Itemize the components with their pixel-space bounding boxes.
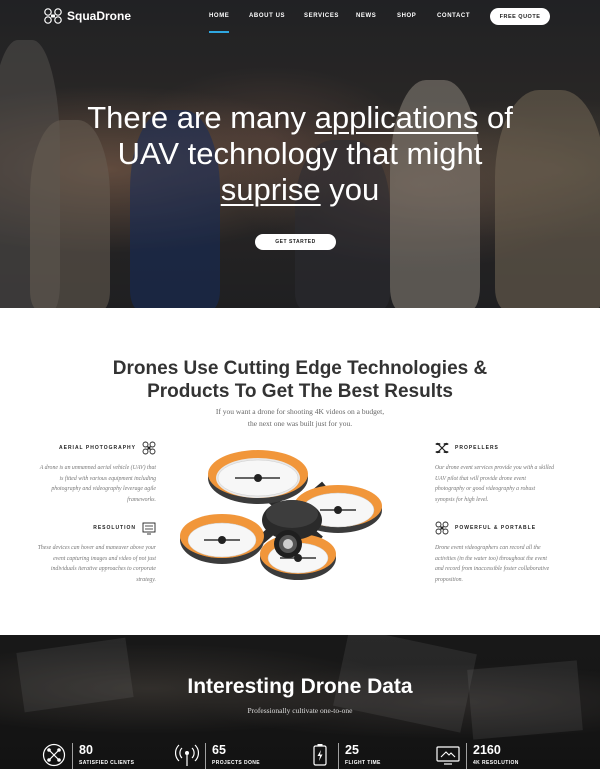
feature-title: PROPELLERS <box>455 445 499 451</box>
nav-item-services[interactable]: SERVICES <box>304 13 339 19</box>
feature-title: RESOLUTION <box>93 525 136 531</box>
antenna-icon <box>175 744 199 766</box>
feature-description: A drone is an unmanned aerial vehicle (U… <box>39 465 156 503</box>
stat-value: 25 <box>345 743 359 757</box>
hero-title-link-suprise[interactable]: suprise <box>221 172 321 207</box>
stat-divider <box>205 743 206 769</box>
feature-title: POWERFUL & PORTABLE <box>455 525 537 531</box>
nav-item-home[interactable]: HOME <box>209 13 230 33</box>
battery-icon <box>313 744 327 766</box>
feature-description: These devices can hover and maneuver abo… <box>37 545 156 583</box>
stat-value: 80 <box>79 743 93 757</box>
stat-4k-resolution: 2160 4K RESOLUTION <box>436 743 519 769</box>
main-navigation: SquaDrone HOME ABOUT US SERVICES NEWS SH… <box>0 0 600 34</box>
hero-title-text: of <box>478 100 513 135</box>
stat-value: 65 <box>212 743 226 757</box>
nav-item-about-us[interactable]: ABOUT US <box>249 13 285 19</box>
feature-description: Our drone event services provide you wit… <box>435 465 555 503</box>
stat-label: SATISFIED CLIENTS <box>79 760 135 766</box>
stat-divider <box>466 743 467 769</box>
drone-data-section: Interesting Drone Data Professionally cu… <box>0 635 600 769</box>
stat-divider <box>72 743 73 769</box>
feature-powerful-portable: POWERFUL & PORTABLE Drone event videogra… <box>435 521 555 585</box>
hero-title: There are many applications of UAV techn… <box>0 100 600 208</box>
nav-item-shop[interactable]: SHOP <box>397 13 416 19</box>
feature-propellers: PROPELLERS Our drone event services prov… <box>435 441 555 505</box>
drone-icon <box>435 521 449 535</box>
stat-satisfied-clients: 80 SATISFIED CLIENTS <box>42 743 134 769</box>
data-title: Interesting Drone Data <box>187 675 413 698</box>
stat-label: PROJECTS DONE <box>212 760 260 766</box>
propellers-icon <box>435 442 449 454</box>
stat-value: 2160 <box>473 743 501 757</box>
hero-title-link-applications[interactable]: applications <box>315 100 479 135</box>
stat-flight-time: 25 FLIGHT TIME <box>308 743 381 769</box>
hero-title-text: UAV technology that might <box>117 136 483 171</box>
display-icon <box>436 746 460 765</box>
feature-aerial-photography: AERIAL PHOTOGRAPHY A drone is an unmanne… <box>36 441 156 505</box>
quadcopter-logo-icon <box>44 8 62 24</box>
features-subtitle-line: If you want a drone for shooting 4K vide… <box>215 407 385 416</box>
nav-item-contact[interactable]: CONTACT <box>437 13 470 19</box>
drone-product-image <box>180 450 382 580</box>
nav-item-news[interactable]: NEWS <box>356 13 376 19</box>
drone-icon <box>142 441 156 455</box>
stat-label: FLIGHT TIME <box>345 760 381 766</box>
stat-divider <box>338 743 339 769</box>
features-subtitle-line: the next one was built just for you. <box>247 419 353 428</box>
hero-title-text: you <box>320 172 380 207</box>
free-quote-button[interactable]: FREE QUOTE <box>490 8 550 25</box>
features-title-line: Products To Get The Best Results <box>147 381 453 402</box>
brand-name: SquaDrone <box>67 9 132 23</box>
features-title: Drones Use Cutting Edge Technologies & P… <box>0 357 600 403</box>
hero-title-text: There are many <box>87 100 315 135</box>
drone-circle-icon <box>42 743 66 767</box>
stat-label: 4K RESOLUTION <box>473 760 519 766</box>
feature-resolution: RESOLUTION These devices can hover and m… <box>36 521 156 585</box>
get-started-button[interactable]: GET STARTED <box>255 234 336 250</box>
brand-logo[interactable]: SquaDrone <box>43 8 131 24</box>
features-subtitle: If you want a drone for shooting 4K vide… <box>0 406 600 430</box>
stat-projects-done: 65 PROJECTS DONE <box>175 743 260 769</box>
feature-title: AERIAL PHOTOGRAPHY <box>59 445 136 451</box>
feature-description: Drone event videographers can record all… <box>435 545 550 583</box>
hero-section: SquaDrone HOME ABOUT US SERVICES NEWS SH… <box>0 0 600 308</box>
features-title-line: Drones Use Cutting Edge Technologies & <box>112 358 488 379</box>
resolution-icon <box>142 522 156 535</box>
data-subtitle: Professionally cultivate one-to-one <box>247 706 353 715</box>
